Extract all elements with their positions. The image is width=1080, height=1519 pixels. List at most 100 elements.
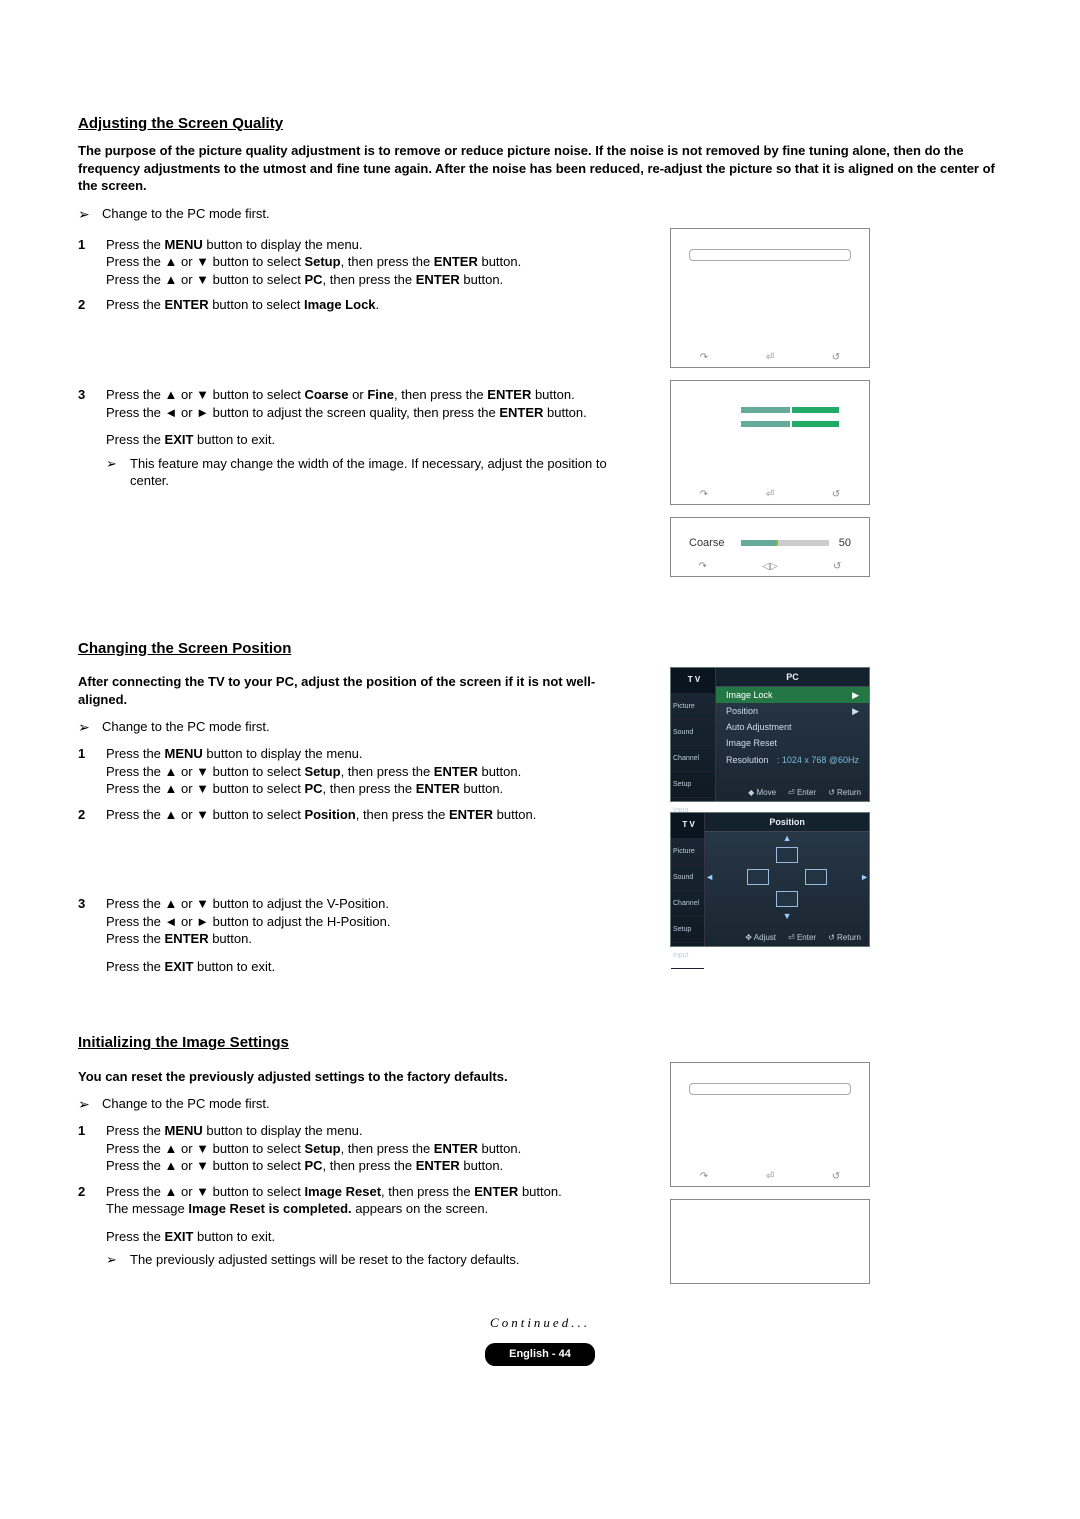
osd-position-cross: ▲ ◄ ► ▼ — [705, 832, 869, 922]
osd-side-sound: Sound — [671, 720, 715, 746]
txt-b: ENTER — [499, 405, 543, 420]
step-3: 3 Press the ▲ or ▼ button to adjust the … — [78, 895, 648, 975]
osd-side-setup: Setup — [671, 917, 704, 943]
txt: Press the ENTER button. — [106, 930, 648, 948]
osd-row-auto: Auto Adjustment — [716, 719, 869, 735]
osd-row-reset: Image Reset — [716, 735, 869, 751]
tip-text: Change to the PC mode first. — [102, 205, 270, 223]
txt: Press the ▲ or ▼ button to select Setup,… — [106, 1140, 648, 1158]
osd-side-picture: Picture — [671, 694, 715, 720]
txt: Press the — [106, 237, 165, 252]
txt-b: ENTER — [474, 1184, 518, 1199]
figure-coarse-adjust: Coarse 50 ↷ ◁▷ ↺ — [670, 517, 870, 577]
osd-footer-return: ↺ Return — [828, 788, 861, 799]
osd-tv-label: T V — [671, 813, 704, 839]
tip-row: ➢ Change to the PC mode first. — [78, 205, 1002, 224]
txt-b: Image Reset — [304, 1184, 381, 1199]
intro-init: You can reset the previously adjusted se… — [78, 1068, 648, 1086]
txt: , then press the — [341, 254, 434, 269]
osd-side-channel: Channel — [671, 746, 715, 772]
osd-pc-menu: T V Picture Sound Channel Setup Input PC… — [670, 667, 870, 802]
tip-text: This feature may change the width of the… — [130, 455, 648, 490]
tip-arrow-icon: ➢ — [106, 1251, 130, 1269]
continued-label: Continued... — [78, 1314, 1002, 1332]
step-number: 2 — [78, 296, 106, 314]
txt: Press the — [106, 432, 165, 447]
step-2: 2 Press the ENTER button to select Image… — [78, 296, 648, 314]
txt: Press the — [106, 297, 165, 312]
adjust-icon: ◁▷ — [762, 560, 777, 574]
txt-b: ENTER — [416, 272, 460, 287]
osd-side-channel: Channel — [671, 891, 704, 917]
osd-footer-adjust: ✥ Adjust — [745, 933, 776, 944]
osd-side-picture: Picture — [671, 839, 704, 865]
step-3: 3 Press the ▲ or ▼ button to select Coar… — [78, 386, 648, 490]
txt-b: ENTER — [165, 297, 209, 312]
osd-row-resolution: Resolution: 1024 x 768 @60Hz — [716, 752, 869, 768]
txt: . — [376, 297, 380, 312]
section-title-quality: Adjusting the Screen Quality — [78, 114, 1002, 134]
step-1: 1 Press the MENU button to display the m… — [78, 236, 648, 289]
txt: Press the ▲ or ▼ button to select — [106, 1184, 304, 1199]
fig-bar — [689, 1083, 851, 1095]
tip-row: ➢ Change to the PC mode first. — [78, 718, 648, 737]
osd-side-sound: Sound — [671, 865, 704, 891]
osd-side-setup: Setup — [671, 772, 715, 798]
fig-bar — [689, 249, 851, 261]
txt: , then press the — [381, 1184, 474, 1199]
txt: Press the ▲ or ▼ button to select Setup,… — [106, 763, 648, 781]
step-1: 1 Press the MENU button to display the m… — [78, 745, 648, 798]
enter-icon: ⏎ — [766, 488, 774, 502]
move-icon: ↷ — [700, 488, 708, 502]
slider-coarse — [741, 540, 829, 546]
step-number: 1 — [78, 1122, 106, 1140]
txt: button. — [531, 387, 574, 402]
return-icon: ↺ — [832, 351, 840, 365]
step-number: 2 — [78, 806, 106, 824]
txt: button. — [518, 1184, 561, 1199]
step-2: 2 Press the ▲ or ▼ button to select Posi… — [78, 806, 648, 824]
txt: Press the ▲ or ▼ button to select — [106, 272, 304, 287]
txt-b: Image Reset is completed. — [188, 1201, 351, 1216]
txt: button. — [478, 254, 521, 269]
section-title-init: Initializing the Image Settings — [78, 1033, 1002, 1053]
slider-fine — [741, 421, 839, 427]
txt: Press the ▲ or ▼ button to select — [106, 254, 304, 269]
txt: Press the MENU button to display the men… — [106, 1122, 648, 1140]
txt: Press the EXIT button to exit. — [106, 1228, 648, 1246]
tip-arrow-icon: ➢ — [78, 718, 102, 737]
tip-text: Change to the PC mode first. — [102, 718, 270, 736]
txt: button. — [460, 272, 503, 287]
tip-row: ➢ Change to the PC mode first. — [78, 1095, 648, 1114]
step-number: 2 — [78, 1183, 106, 1201]
txt: , then press the — [394, 387, 487, 402]
return-icon: ↺ — [832, 1170, 840, 1184]
txt-b: MENU — [165, 237, 203, 252]
txt: Press the ▲ or ▼ button to select — [106, 387, 304, 402]
step-2: 2 Press the ▲ or ▼ button to select Imag… — [78, 1183, 648, 1269]
txt: button to display the menu. — [203, 237, 363, 252]
coarse-value: 50 — [839, 536, 851, 551]
txt: or — [349, 387, 368, 402]
txt: button. — [543, 405, 586, 420]
txt: The message — [106, 1201, 188, 1216]
txt-b: ENTER — [487, 387, 531, 402]
osd-tv-label: T V — [671, 668, 715, 694]
move-icon: ↷ — [699, 560, 707, 574]
txt: button to select — [209, 297, 304, 312]
osd-row-position: Position▶ — [716, 703, 869, 719]
enter-icon: ⏎ — [766, 1170, 774, 1184]
txt-b: ENTER — [434, 254, 478, 269]
step-number: 3 — [78, 386, 106, 404]
section-title-position: Changing the Screen Position — [78, 639, 1002, 659]
txt-b: EXIT — [165, 432, 194, 447]
page-badge: English - 44 — [485, 1343, 595, 1366]
figure-pc-menu: ↷ ⏎ ↺ — [670, 228, 870, 368]
intro-quality: The purpose of the picture quality adjus… — [78, 142, 1002, 195]
slider-coarse — [741, 407, 839, 413]
txt-b: Setup — [304, 254, 340, 269]
osd-footer-enter: ⏎ Enter — [788, 788, 816, 799]
osd-title: PC — [716, 668, 869, 687]
txt: appears on the screen. — [352, 1201, 489, 1216]
txt: Press the ◄ or ► button to adjust the sc… — [106, 405, 499, 420]
